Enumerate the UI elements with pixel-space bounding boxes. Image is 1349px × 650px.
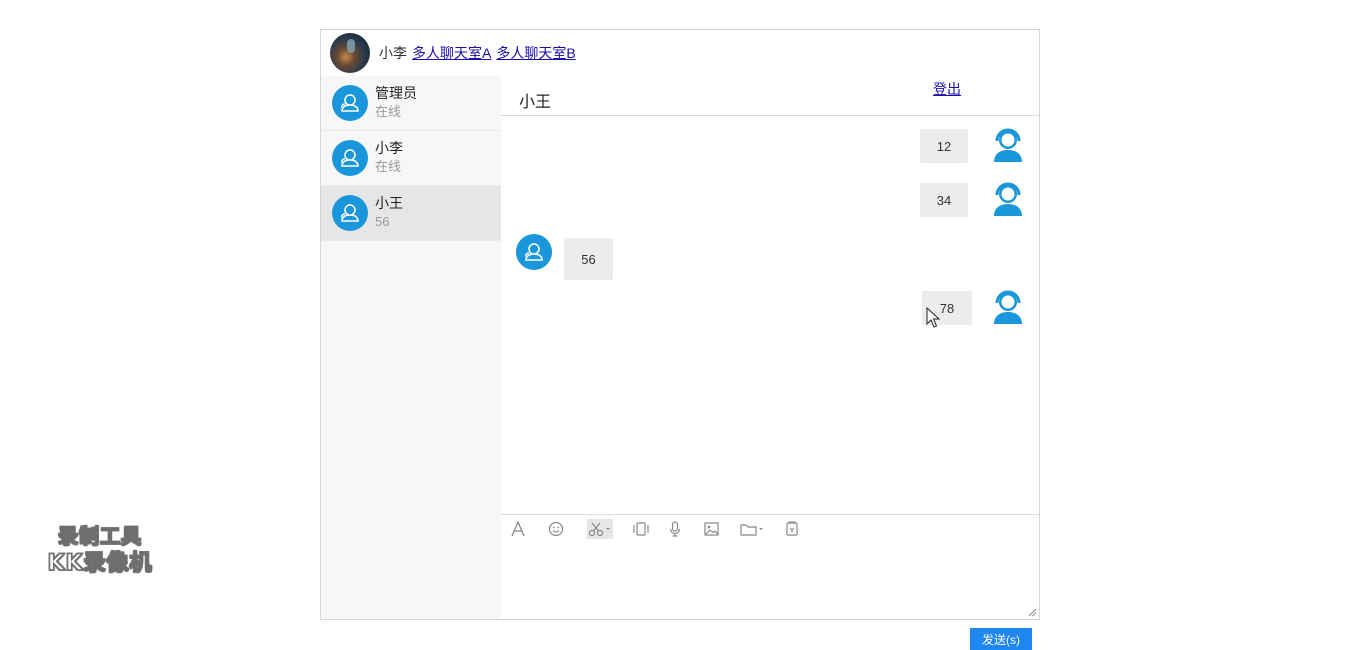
history-icon[interactable] bbox=[784, 519, 800, 539]
contact-item-xiaoli[interactable]: 小李 在线 bbox=[321, 131, 501, 186]
message-input[interactable]: 发送(s) bbox=[501, 543, 1039, 650]
contact-name: 管理员 bbox=[375, 85, 417, 101]
logout-link[interactable]: 登出 bbox=[933, 79, 961, 99]
room-link-b[interactable]: 多人聊天室B bbox=[496, 43, 575, 63]
message-bubble: 56 bbox=[564, 238, 613, 280]
watermark-line2: KK录像机 bbox=[47, 550, 153, 577]
contact-name: 小李 bbox=[375, 140, 403, 156]
resize-grip-icon[interactable] bbox=[1028, 608, 1037, 617]
contact-status: 在线 bbox=[375, 104, 402, 119]
user-icon bbox=[332, 195, 368, 231]
user-icon bbox=[332, 85, 368, 121]
send-button[interactable]: 发送(s) bbox=[970, 628, 1032, 650]
user-icon bbox=[332, 140, 368, 176]
agent-avatar-icon bbox=[994, 128, 1022, 162]
chat-header: 小王 登出 bbox=[501, 76, 1039, 116]
emoji-icon[interactable] bbox=[547, 519, 565, 539]
shake-icon[interactable] bbox=[632, 519, 650, 539]
contact-item-xiaowang[interactable]: 小王 56 bbox=[321, 186, 501, 241]
agent-avatar-icon bbox=[994, 290, 1022, 324]
contact-status: 在线 bbox=[375, 159, 402, 174]
folder-icon[interactable] bbox=[739, 519, 767, 539]
top-bar: 小李 多人聊天室A 多人聊天室B bbox=[321, 30, 1039, 76]
message-bubble: 34 bbox=[920, 183, 968, 217]
watermark-line1: 录制工具 bbox=[57, 523, 142, 549]
my-avatar[interactable] bbox=[330, 33, 370, 73]
microphone-icon[interactable] bbox=[668, 519, 682, 539]
contact-item-admin[interactable]: 管理员 在线 bbox=[321, 76, 501, 131]
image-icon[interactable] bbox=[703, 519, 719, 539]
contact-list: 管理员 在线 小李 在线 小王 56 bbox=[321, 76, 501, 619]
scissors-icon[interactable] bbox=[587, 519, 613, 539]
message-list[interactable]: 12 34 56 78 bbox=[501, 116, 1039, 514]
editor-toolbar bbox=[501, 514, 1039, 543]
recorder-watermark: 录制工具 KK录像机 bbox=[30, 523, 170, 579]
contact-name: 小王 bbox=[375, 195, 403, 211]
font-icon[interactable] bbox=[509, 519, 527, 539]
chat-title: 小王 bbox=[519, 94, 552, 111]
chat-panel: 小王 登出 12 34 56 78 发送(s) bbox=[501, 76, 1039, 650]
user-icon bbox=[516, 234, 552, 270]
message-bubble: 12 bbox=[920, 129, 968, 163]
mouse-cursor-icon bbox=[926, 307, 940, 328]
my-name: 小李 bbox=[379, 45, 407, 61]
room-link-a[interactable]: 多人聊天室A bbox=[412, 43, 491, 63]
agent-avatar-icon bbox=[994, 182, 1022, 216]
contact-last-message: 56 bbox=[375, 214, 390, 229]
